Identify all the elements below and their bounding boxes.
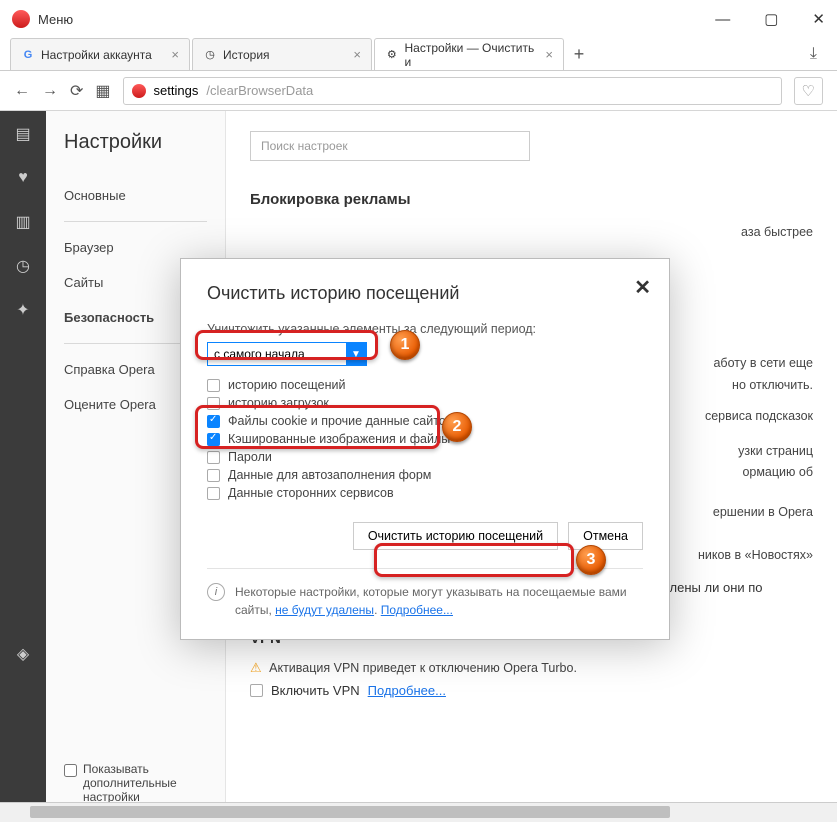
option-label: Кэшированные изображения и файлы <box>228 432 450 446</box>
close-icon[interactable]: × <box>171 47 179 62</box>
nav-basic[interactable]: Основные <box>64 178 207 213</box>
clock-icon: ◷ <box>203 48 217 62</box>
tab-label: Настройки — Очистить и <box>405 41 540 69</box>
new-tab-button[interactable]: + <box>566 38 592 70</box>
extensions-icon[interactable]: ✦ <box>14 301 32 319</box>
option-label: Данные сторонних сервисов <box>228 486 394 500</box>
callout-1: 1 <box>390 330 420 360</box>
info-icon: i <box>207 583 225 601</box>
tab-overflow-button[interactable]: ⤓ <box>800 38 827 70</box>
tab-label: История <box>223 48 270 62</box>
option-label: Данные для автозаполнения форм <box>228 468 431 482</box>
chevron-down-icon: ▼ <box>346 343 366 365</box>
settings-title: Настройки <box>64 131 207 154</box>
checkbox-label: Включить VPN <box>271 683 360 698</box>
address-prefix: settings <box>154 83 199 98</box>
checkbox-label: Показывать дополнительные настройки <box>83 762 207 804</box>
close-icon[interactable]: ✕ <box>634 275 651 300</box>
option-label: Файлы cookie и прочие данные сайтов <box>228 414 452 428</box>
warning-icon: ⚠ <box>250 660 262 675</box>
left-rail: ▤ ♥ ▥ ◷ ✦ ◈ <box>0 111 46 802</box>
callout-2: 2 <box>442 412 472 442</box>
enable-vpn-checkbox[interactable]: Включить VPN Подробнее... <box>250 683 813 698</box>
dialog-title: Очистить историю посещений <box>207 283 643 304</box>
vpn-warning: ⚠ Активация VPN приведет к отключению Op… <box>250 657 813 679</box>
tab-account-settings[interactable]: G Настройки аккаунта × <box>10 38 190 70</box>
dialog-subtitle: Уничтожить указанные элементы за следующ… <box>207 322 643 336</box>
checkbox-icon <box>250 684 263 697</box>
heart-icon[interactable]: ♥ <box>14 169 32 187</box>
address-bar[interactable]: settings/clearBrowserData <box>123 77 782 105</box>
close-window-button[interactable]: ✕ <box>812 10 825 28</box>
option-downloads[interactable]: историю загрузок <box>207 396 643 410</box>
tab-history[interactable]: ◷ История × <box>192 38 372 70</box>
diamond-icon[interactable]: ◈ <box>14 645 32 663</box>
note-dot: . <box>374 603 381 617</box>
opera-small-icon <box>132 84 146 98</box>
tab-settings-clear[interactable]: ⚙ Настройки — Очистить и × <box>374 38 564 70</box>
checkbox-input[interactable] <box>64 764 77 777</box>
checkbox-icon <box>207 487 220 500</box>
callout-3: 3 <box>576 545 606 575</box>
cancel-button[interactable]: Отмена <box>568 522 643 550</box>
checkbox-icon <box>207 433 220 446</box>
option-history[interactable]: историю посещений <box>207 378 643 392</box>
scrollbar-thumb[interactable] <box>30 806 670 818</box>
vpn-more-link[interactable]: Подробнее... <box>368 683 446 698</box>
checkbox-icon <box>207 379 220 392</box>
adblock-heading: Блокировка рекламы <box>250 191 813 208</box>
bookmark-button[interactable]: ♡ <box>794 77 823 105</box>
horizontal-scrollbar[interactable] <box>0 802 837 822</box>
option-passwords[interactable]: Пароли <box>207 450 643 464</box>
option-label: историю посещений <box>228 378 345 392</box>
news-icon[interactable]: ▥ <box>14 213 32 231</box>
option-thirdparty[interactable]: Данные сторонних сервисов <box>207 486 643 500</box>
tab-label: Настройки аккаунта <box>41 48 152 62</box>
minimize-button[interactable]: — <box>715 11 730 28</box>
time-range-select[interactable]: с самого начала ▼ <box>207 342 367 366</box>
dialog-actions: Очистить историю посещений Отмена <box>207 522 643 550</box>
clear-options-list: историю посещений историю загрузок Файлы… <box>207 378 643 500</box>
grid-icon[interactable]: ▤ <box>14 125 32 143</box>
option-cookies[interactable]: Файлы cookie и прочие данные сайтов <box>207 414 643 428</box>
window-controls: — ▢ ✕ <box>715 10 825 28</box>
speed-dial-button[interactable]: ▦ <box>95 81 110 101</box>
maximize-button[interactable]: ▢ <box>764 10 778 28</box>
clock-icon[interactable]: ◷ <box>14 257 32 275</box>
select-value: с самого начала <box>214 347 305 361</box>
menu-button[interactable]: Меню <box>38 12 73 27</box>
checkbox-icon <box>207 415 220 428</box>
option-autofill[interactable]: Данные для автозаполнения форм <box>207 468 643 482</box>
show-advanced-checkbox[interactable]: Показывать дополнительные настройки <box>64 762 207 804</box>
checkbox-icon <box>207 397 220 410</box>
clear-history-dialog: ✕ Очистить историю посещений Уничтожить … <box>180 258 670 640</box>
gear-icon: ⚙ <box>385 48 399 62</box>
clear-button[interactable]: Очистить историю посещений <box>353 522 558 550</box>
dialog-footnote: i Некоторые настройки, которые могут ука… <box>207 568 643 619</box>
learn-more-link[interactable]: Подробнее... <box>381 603 453 617</box>
reload-button[interactable]: ⟳ <box>70 81 83 101</box>
close-icon[interactable]: × <box>353 47 361 62</box>
titlebar: Меню — ▢ ✕ <box>0 0 837 38</box>
google-icon: G <box>21 48 35 62</box>
close-icon[interactable]: × <box>545 47 553 62</box>
opera-logo-icon <box>12 10 30 28</box>
address-path: /clearBrowserData <box>206 83 313 98</box>
text-fragment: аза быстрее <box>250 222 813 243</box>
tab-strip: G Настройки аккаунта × ◷ История × ⚙ Нас… <box>0 38 837 71</box>
checkbox-icon <box>207 469 220 482</box>
option-label: историю загрузок <box>228 396 329 410</box>
settings-search[interactable]: Поиск настроек <box>250 131 530 161</box>
option-label: Пароли <box>228 450 272 464</box>
forward-button[interactable]: → <box>42 82 58 100</box>
not-deleted-link[interactable]: не будут удалены <box>275 603 374 617</box>
checkbox-icon <box>207 451 220 464</box>
option-cache[interactable]: Кэшированные изображения и файлы <box>207 432 643 446</box>
back-button[interactable]: ← <box>14 82 30 100</box>
toolbar: ← → ⟳ ▦ settings/clearBrowserData ♡ <box>0 71 837 111</box>
